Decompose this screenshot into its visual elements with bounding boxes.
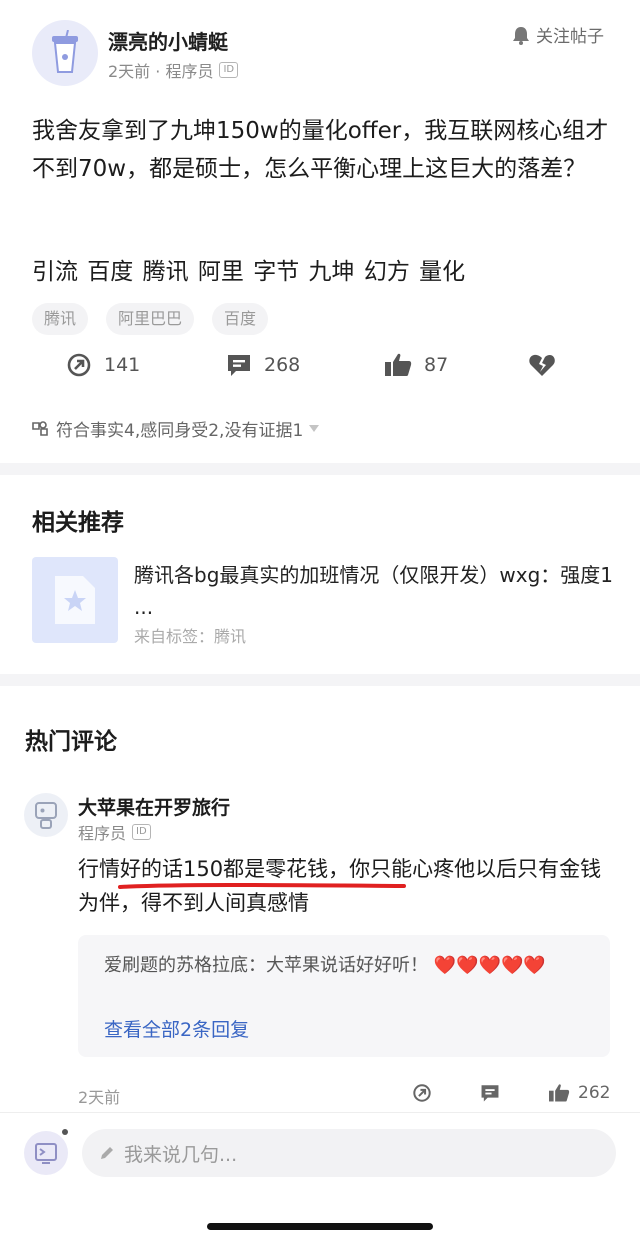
share-count: 141 — [104, 354, 141, 376]
comment-input[interactable]: 我来说几句... — [82, 1129, 616, 1177]
commenter-meta: 程序员 ID — [78, 820, 151, 844]
author-name[interactable]: 漂亮的小蜻蜓 — [108, 26, 228, 55]
dislike-button[interactable] — [528, 352, 556, 378]
thumbs-up-icon — [385, 353, 412, 376]
related-item[interactable]: 腾讯各bg最真实的加班情况（仅限开发）wxg：强度1 ... 来自标签：腾讯 — [32, 557, 622, 647]
comment-icon — [228, 355, 250, 376]
id-badge: ID — [219, 62, 239, 78]
tag-tencent[interactable]: 腾讯 — [32, 303, 89, 335]
notification-dot — [62, 1129, 68, 1135]
id-badge: ID — [132, 824, 151, 840]
reactions-summary[interactable]: 符合事实4,感同身受2,没有证据1 — [30, 416, 320, 441]
comment-icon — [481, 1085, 499, 1102]
share-button[interactable]: 141 — [66, 352, 140, 378]
like-button[interactable]: 87 — [384, 352, 448, 378]
like-count: 87 — [424, 354, 449, 376]
author-meta: 2天前 · 程序员 ID — [108, 58, 239, 82]
my-avatar[interactable] — [24, 1131, 68, 1175]
comment-time: 2天前 — [78, 1088, 121, 1107]
post-body: 我舍友拿到了九坤150w的量化offer，我互联网核心组才不到70w，都是硕士，… — [32, 118, 609, 182]
bell-icon — [513, 26, 529, 45]
commenter-name[interactable]: 大苹果在开罗旅行 — [78, 793, 230, 820]
tag-alibaba[interactable]: 阿里巴巴 — [106, 303, 195, 335]
share-icon — [413, 1084, 431, 1102]
comment-input-placeholder: 我来说几句... — [124, 1143, 238, 1166]
caret-down-icon — [309, 424, 320, 432]
comment-share-button[interactable] — [412, 1083, 432, 1103]
comment-count: 268 — [264, 354, 301, 376]
reply-preview[interactable]: 爱刷题的苏格拉底：大苹果说话好好听！ ❤️❤️❤️❤️❤️ 查看全部2条回复 — [78, 935, 610, 1057]
document-star-icon — [55, 576, 95, 624]
cup-icon — [52, 30, 78, 73]
related-item-source: 来自标签：腾讯 — [134, 627, 247, 646]
follow-post-label: 关注帖子 — [536, 27, 604, 47]
red-underline-annotation — [118, 883, 406, 889]
comment-reply-button[interactable] — [480, 1083, 500, 1103]
post-action-bar: 141 268 87 — [0, 352, 640, 392]
tag-list: 腾讯 阿里巴巴 百度 — [32, 303, 269, 335]
comment-like-button[interactable]: 262 — [548, 1083, 610, 1103]
follow-post-button[interactable]: 关注帖子 — [512, 22, 604, 47]
view-all-replies-link[interactable]: 查看全部2条回复 — [104, 1015, 249, 1042]
robot-icon — [35, 802, 57, 829]
comment-footer: 2天前 262 — [0, 1080, 640, 1110]
reply-author: 爱刷题的苏格拉底： — [104, 955, 266, 976]
author-avatar[interactable] — [32, 20, 98, 86]
comment-like-count: 262 — [578, 1083, 611, 1103]
hot-comments-title: 热门评论 — [25, 729, 117, 755]
reactions-text: 符合事实4,感同身受2,没有证据1 — [56, 421, 304, 441]
tag-baidu[interactable]: 百度 — [212, 303, 269, 335]
related-title: 相关推荐 — [32, 510, 124, 536]
post-header: 漂亮的小蜻蜓 2天前 · 程序员 ID 关注帖子 — [0, 0, 640, 100]
author-meta-text: 2天前 · 程序员 — [108, 62, 214, 81]
thumbs-up-icon — [549, 1084, 570, 1102]
reply-text-block: 爱刷题的苏格拉底：大苹果说话好好听！ ❤️❤️❤️❤️❤️ — [104, 951, 584, 981]
section-divider — [0, 463, 640, 475]
reply-content: 大苹果说话好好听！ — [266, 955, 428, 976]
pen-icon — [101, 1147, 113, 1159]
share-icon — [67, 353, 91, 377]
related-thumbnail — [32, 557, 118, 643]
broken-heart-icon — [529, 354, 555, 376]
related-item-title: 腾讯各bg最真实的加班情况（仅限开发）wxg：强度1 ... — [134, 563, 614, 619]
terminal-icon — [35, 1143, 57, 1164]
comment-button[interactable]: 268 — [226, 352, 300, 378]
section-divider — [0, 674, 640, 686]
commenter-meta-text: 程序员 — [78, 824, 127, 843]
post-keywords: 引流 百度 腾讯 阿里 字节 九坤 幻方 量化 — [32, 259, 466, 285]
commenter-avatar[interactable] — [24, 793, 68, 837]
reaction-icon — [32, 420, 48, 436]
comment-composer-bar: 我来说几句... — [0, 1112, 640, 1241]
home-indicator — [207, 1223, 433, 1230]
heart-emojis: ❤️❤️❤️❤️❤️ — [433, 955, 546, 976]
